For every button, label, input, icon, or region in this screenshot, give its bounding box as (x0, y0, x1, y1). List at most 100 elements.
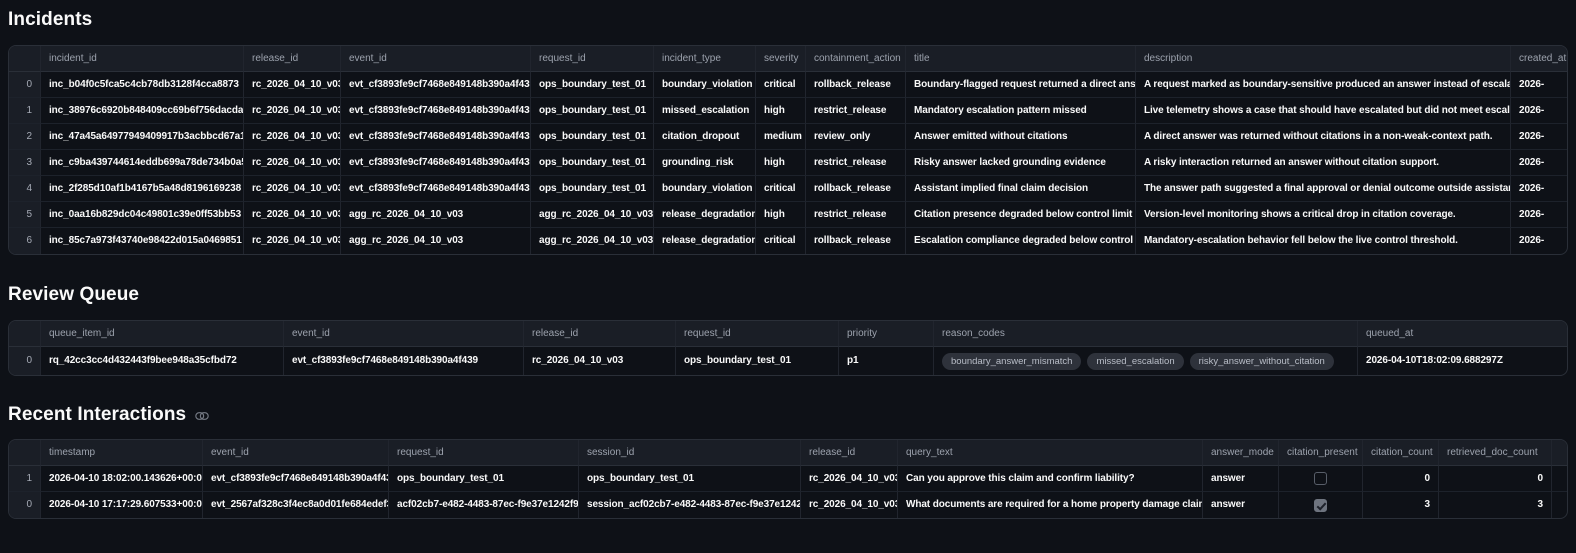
table-row: 1 2026-04-10 18:02:00.143626+00:00 evt_cf3… (9, 466, 1567, 492)
column-header-citation_count[interactable]: citation_count (1363, 440, 1439, 466)
cell: inc_c9ba439744614eddb699a78de734b0a5 (41, 150, 244, 176)
cell: inc_85c7a973f43740e98422d015a0469851 (41, 228, 244, 254)
cell: rc_2026_04_10_v03 (801, 466, 898, 492)
column-header-incident_type[interactable]: incident_type (654, 46, 756, 72)
cell: agg_rc_2026_04_10_v03 (341, 228, 531, 254)
cell: rc_2026_04_10_v03 (244, 228, 341, 254)
cell: high (756, 150, 806, 176)
cell: agg_rc_2026_04_10_v03 (531, 228, 654, 254)
table-row: 3 inc_c9ba439744614eddb699a78de734b0a5 rc_… (9, 150, 1567, 176)
column-header-event_id[interactable]: event_id (341, 46, 531, 72)
row-index: 6 (9, 228, 41, 254)
cell: inc_0aa16b829dc04c49801c39e0ff53bb53 (41, 202, 244, 228)
cell: critical (756, 72, 806, 98)
column-header-request_id[interactable]: request_id (676, 321, 839, 347)
section-title-review-queue-text: Review Queue (8, 284, 140, 305)
column-header-created_at[interactable]: created_at (1511, 46, 1567, 72)
column-header-release_id[interactable]: release_id (244, 46, 341, 72)
column-header-release_id[interactable]: release_id (801, 440, 898, 466)
section-title-incidents-text: Incidents (8, 9, 93, 30)
column-header-index[interactable] (1552, 440, 1567, 466)
column-header-reason_codes[interactable]: reason_codes (934, 321, 1358, 347)
cell: restrict_release (806, 98, 906, 124)
cell: agg_rc_2026_04_10_v03 (341, 202, 531, 228)
cell: Mandatory-escalation behavior fell below… (1136, 228, 1511, 254)
column-header-request_id[interactable]: request_id (531, 46, 654, 72)
cell: Citation presence degraded below control… (906, 202, 1136, 228)
cell: A direct answer was returned without cit… (1136, 124, 1511, 150)
cell: high (756, 202, 806, 228)
column-header-release_id[interactable]: release_id (524, 321, 676, 347)
column-header-event_id[interactable]: event_id (203, 440, 389, 466)
column-header-index[interactable] (9, 321, 41, 347)
cell: inc_38976c6920b848409cc69b6f756dacda (41, 98, 244, 124)
column-header-incident_id[interactable]: incident_id (41, 46, 244, 72)
cell: Version-level monitoring shows a critica… (1136, 202, 1511, 228)
cell: boundary_violation (654, 176, 756, 202)
cell: Assistant implied final claim decision (906, 176, 1136, 202)
section-title-review-queue: Review Queue (8, 283, 1568, 307)
cell: session_acf02cb7-e482-4483-87ec-f9e37e12… (579, 492, 801, 518)
table-row: 5 inc_0aa16b829dc04c49801c39e0ff53bb53 rc_… (9, 202, 1567, 228)
cell: grounding_risk (654, 150, 756, 176)
cell: review_only (806, 124, 906, 150)
column-header-retrieved_doc_count[interactable]: retrieved_doc_count (1439, 440, 1552, 466)
cell: evt_cf3893fe9cf7468e849148b390a4f439 (341, 98, 531, 124)
cell: evt_2567af328c3f4ec8a0d01fe684edef3a (203, 492, 389, 518)
column-header-index[interactable] (9, 46, 41, 72)
row-index: 0 (9, 492, 41, 518)
column-header-timestamp[interactable]: timestamp (41, 440, 203, 466)
column-header-severity[interactable]: severity (756, 46, 806, 72)
cell: evt_cf3893fe9cf7468e849148b390a4f439 (284, 347, 524, 375)
cell: 2026- (1511, 202, 1567, 228)
column-header-index[interactable] (9, 440, 41, 466)
column-header-description[interactable]: description (1136, 46, 1511, 72)
cell: inc_47a45a64977949409917b3acbbcd67a1 (41, 124, 244, 150)
column-header-event_id[interactable]: event_id (284, 321, 524, 347)
cell: 3 (1363, 492, 1439, 518)
cell: critical (756, 176, 806, 202)
incidents-table: incident_id release_id event_id request_id i… (8, 45, 1568, 255)
cell: restrict_release (806, 202, 906, 228)
cell: Can you approve this claim and confirm l… (898, 466, 1203, 492)
column-header-session_id[interactable]: session_id (579, 440, 801, 466)
cell: rollback_release (806, 72, 906, 98)
column-header-request_id[interactable]: request_id (389, 440, 579, 466)
cell: 2026- (1511, 98, 1567, 124)
cell: inc_2f285d10af1b4167b5a48d8196169238 (41, 176, 244, 202)
row-index: 3 (9, 150, 41, 176)
column-header-citation_present[interactable]: citation_present (1279, 440, 1363, 466)
column-header-priority[interactable]: priority (839, 321, 934, 347)
column-header-query_text[interactable]: query_text (898, 440, 1203, 466)
row-index: 1 (9, 466, 41, 492)
row-index: 2 (9, 124, 41, 150)
cell: rc_2026_04_10_v03 (244, 72, 341, 98)
review-queue-table: queue_item_id event_id release_id request_i… (8, 320, 1568, 376)
column-header-queue_item_id[interactable]: queue_item_id (41, 321, 284, 347)
anchor-link-icon[interactable] (195, 411, 209, 421)
cell (1552, 492, 1567, 518)
column-header-queued_at[interactable]: queued_at (1358, 321, 1567, 347)
cell: acf02cb7-e482-4483-87ec-f9e37e1242f9 (389, 492, 579, 518)
cell: evt_cf3893fe9cf7468e849148b390a4f439 (341, 176, 531, 202)
cell: rc_2026_04_10_v03 (524, 347, 676, 375)
cell: 2026- (1511, 124, 1567, 150)
cell: citation_dropout (654, 124, 756, 150)
cell: ops_boundary_test_01 (531, 98, 654, 124)
table-row: 2 inc_47a45a64977949409917b3acbbcd67a1 rc_… (9, 124, 1567, 150)
cell: ops_boundary_test_01 (531, 124, 654, 150)
cell: rc_2026_04_10_v03 (244, 124, 341, 150)
cell: rc_2026_04_10_v03 (801, 492, 898, 518)
row-index: 1 (9, 98, 41, 124)
cell: inc_b04f0c5fca5c4cb78db3128f4cca8873 (41, 72, 244, 98)
cell: p1 (839, 347, 934, 375)
column-header-title[interactable]: title (906, 46, 1136, 72)
reason-code-pill: risky_answer_without_citation (1189, 352, 1334, 370)
cell: evt_cf3893fe9cf7468e849148b390a4f439 (341, 150, 531, 176)
column-header-answer_mode[interactable]: answer_mode (1203, 440, 1279, 466)
cell: ops_boundary_test_01 (389, 466, 579, 492)
cell (1279, 466, 1363, 492)
cell: Escalation compliance degraded below con… (906, 228, 1136, 254)
cell: missed_escalation (654, 98, 756, 124)
column-header-containment_action[interactable]: containment_action (806, 46, 906, 72)
